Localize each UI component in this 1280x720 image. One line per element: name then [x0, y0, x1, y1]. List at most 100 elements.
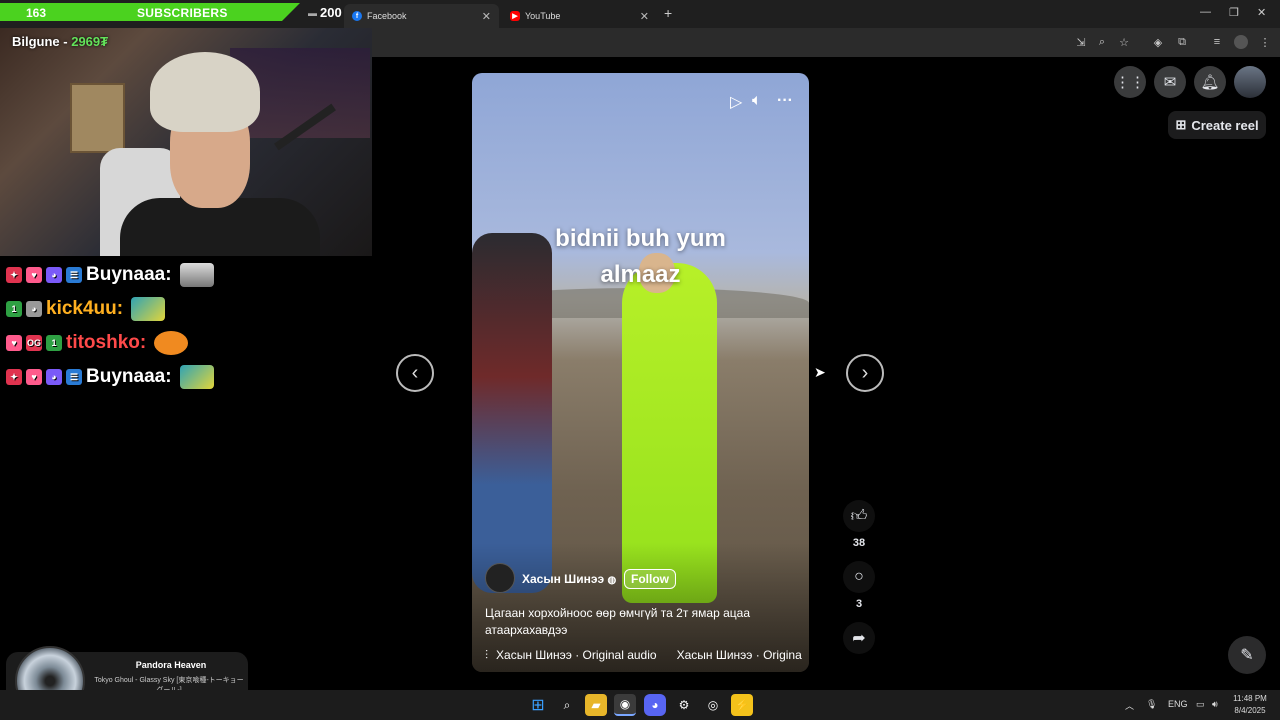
notifications-bell-icon[interactable]: 🔔︎ — [1194, 66, 1226, 98]
chevron-right-icon: › — [861, 361, 869, 384]
profile-avatar[interactable] — [1234, 35, 1248, 49]
menu-grid-icon[interactable]: ⋮⋮ — [1114, 66, 1146, 98]
chat-username: titoshko: — [66, 332, 147, 353]
globe-icon: ◍ — [607, 575, 617, 586]
mouse-cursor-icon: ➤ — [814, 364, 826, 380]
close-icon[interactable]: ✕ — [640, 10, 649, 23]
subscriber-count: 163 — [26, 6, 47, 20]
share-arrow-icon: ➦ — [852, 630, 866, 647]
facebook-icon: f — [352, 11, 362, 21]
app-shortcut-icon[interactable]: ⚡ — [731, 694, 753, 716]
reel-caption: Цагаан хорхойноос өөр өмчгүй та 2т ямар … — [485, 606, 751, 637]
rocket-badge-icon: ✦ — [6, 369, 22, 385]
file-explorer-icon[interactable]: ▰ — [585, 694, 607, 716]
microphone-icon[interactable]: 🎙︎ — [1146, 699, 1157, 710]
emote-image — [154, 331, 189, 355]
subscriber-goal-bar: 163 SUBSCRIBERS — [0, 3, 300, 21]
youtube-icon: ▶ — [510, 11, 520, 21]
tab-label: YouTube — [525, 11, 561, 21]
cat-badge-icon: ◕ — [46, 267, 62, 283]
bookmark-star-icon[interactable]: ☆ — [1117, 35, 1131, 49]
restore-button[interactable]: ❐ — [1229, 6, 1239, 19]
previous-reel-button[interactable]: ‹ — [396, 354, 434, 392]
list-badge-icon: ☰ — [66, 267, 82, 283]
tab-facebook[interactable]: f Facebook ✕ — [344, 4, 499, 28]
chrome-icon[interactable]: ◉ — [614, 694, 636, 716]
next-reel-button[interactable]: › — [846, 354, 884, 392]
cat-badge-icon: ◕ — [46, 369, 62, 385]
like-button[interactable]: 👍︎ — [843, 500, 875, 532]
new-message-button[interactable]: ✎ — [1228, 636, 1266, 674]
more-options-icon[interactable]: ··· — [777, 92, 793, 110]
new-tab-button[interactable]: + — [664, 5, 672, 21]
streamer-name: Bilgune - — [12, 34, 72, 49]
emote-image — [179, 263, 214, 287]
reel-plus-icon: ⊞ — [1175, 117, 1187, 132]
tab-youtube[interactable]: ▶ YouTube ✕ — [502, 4, 657, 28]
author-name[interactable]: Хасын Шинээ ◍ — [522, 572, 616, 586]
speaker-icon[interactable]: 🔊︎ — [1212, 699, 1218, 710]
windows-taskbar — [0, 690, 1280, 720]
language-indicator[interactable]: ENG — [1168, 699, 1188, 709]
cat-badge-icon: ◕ — [26, 301, 42, 317]
clock-time: 11:48 PM — [1233, 694, 1267, 703]
emote-image — [179, 365, 214, 389]
comment-button[interactable]: ○ — [843, 561, 875, 593]
streamer-points: 2969₮ — [71, 34, 109, 49]
install-icon[interactable]: ⇲ — [1074, 35, 1088, 49]
close-window-button[interactable]: ✕ — [1257, 6, 1266, 19]
wanted-poster — [70, 83, 125, 153]
puzzle-icon[interactable]: ⧉ — [1175, 35, 1189, 49]
reading-list-icon[interactable]: ≡ — [1210, 35, 1224, 49]
chat-username: kick4uu: — [46, 298, 124, 319]
thumbs-up-icon: 👍︎ — [850, 507, 868, 525]
emote-image — [131, 297, 166, 321]
subscriber-label: SUBSCRIBERS — [137, 6, 228, 20]
audio-info[interactable]: ⫶ Хасын Шинээ · Original audio Хасын Шинэ… — [485, 648, 807, 663]
tray-chevron-icon[interactable]: ︿ — [1125, 699, 1134, 712]
heart-badge-icon: ♥ — [26, 267, 42, 283]
like-count: 38 — [852, 537, 866, 549]
audio-wave-icon: ⫶ — [485, 648, 489, 662]
heart-badge-icon: ♥ — [26, 369, 42, 385]
share-button[interactable]: ➦ — [843, 622, 875, 654]
windows-start-icon[interactable]: ⊞ — [527, 694, 549, 716]
create-reel-button[interactable]: ⊞ Create reel — [1168, 111, 1266, 139]
first-badge-icon: 1 — [6, 301, 22, 317]
streamer-label: Bilgune - 2969₮ — [12, 34, 108, 49]
chat-message: ♥ OG 1 titoshko: — [6, 330, 189, 356]
rocket-badge-icon: ✦ — [6, 267, 22, 283]
clock-date: 8/4/2025 — [1234, 706, 1266, 715]
comment-bubble-icon: ○ — [854, 568, 864, 585]
display-icon[interactable]: ▭ — [1196, 699, 1205, 710]
comment-count: 3 — [855, 598, 863, 610]
streamer-hair — [150, 52, 260, 132]
close-icon[interactable]: ✕ — [482, 10, 491, 23]
search-icon[interactable]: ⌕ — [556, 694, 578, 716]
reel-overlay-text: bidnii buh yum almaaz — [555, 225, 726, 288]
obs-icon[interactable]: ◎ — [702, 694, 724, 716]
og-badge-icon: OG — [26, 335, 42, 351]
volume-icon[interactable]: 🔈︎ — [752, 92, 762, 110]
author-avatar[interactable] — [485, 563, 515, 593]
play-icon[interactable]: ▷ — [730, 92, 742, 112]
webcam-feed — [0, 28, 372, 256]
chat-message: ✦ ♥ ◕ ☰ Buynaaa: — [6, 364, 214, 390]
first-badge-icon: 1 — [46, 335, 62, 351]
zoom-icon[interactable]: ⌕ — [1095, 35, 1109, 49]
heart-badge-icon: ♥ — [6, 335, 22, 351]
steam-icon[interactable]: ⚙ — [673, 694, 695, 716]
goal-icon: ▬ — [308, 7, 317, 18]
account-avatar[interactable] — [1234, 66, 1266, 98]
discord-icon[interactable]: ◕ — [644, 694, 666, 716]
chat-username: Buynaaa: — [86, 366, 172, 387]
minimize-button[interactable]: — — [1200, 6, 1211, 18]
tab-label: Facebook — [367, 11, 407, 21]
follow-button[interactable]: Follow — [624, 569, 676, 589]
extension-icon[interactable]: ◈ — [1151, 35, 1165, 49]
messenger-icon[interactable]: ✉ — [1154, 66, 1186, 98]
reel-video[interactable]: bidnii buh yum almaaz ▷ 🔈︎ ··· Хасын Шин… — [472, 73, 809, 672]
chat-message: ✦ ♥ ◕ ☰ Buynaaa: — [6, 262, 214, 288]
system-clock[interactable]: 11:48 PM 8/4/2025 — [1225, 693, 1275, 717]
menu-kebab-icon[interactable]: ⋮ — [1258, 35, 1272, 49]
